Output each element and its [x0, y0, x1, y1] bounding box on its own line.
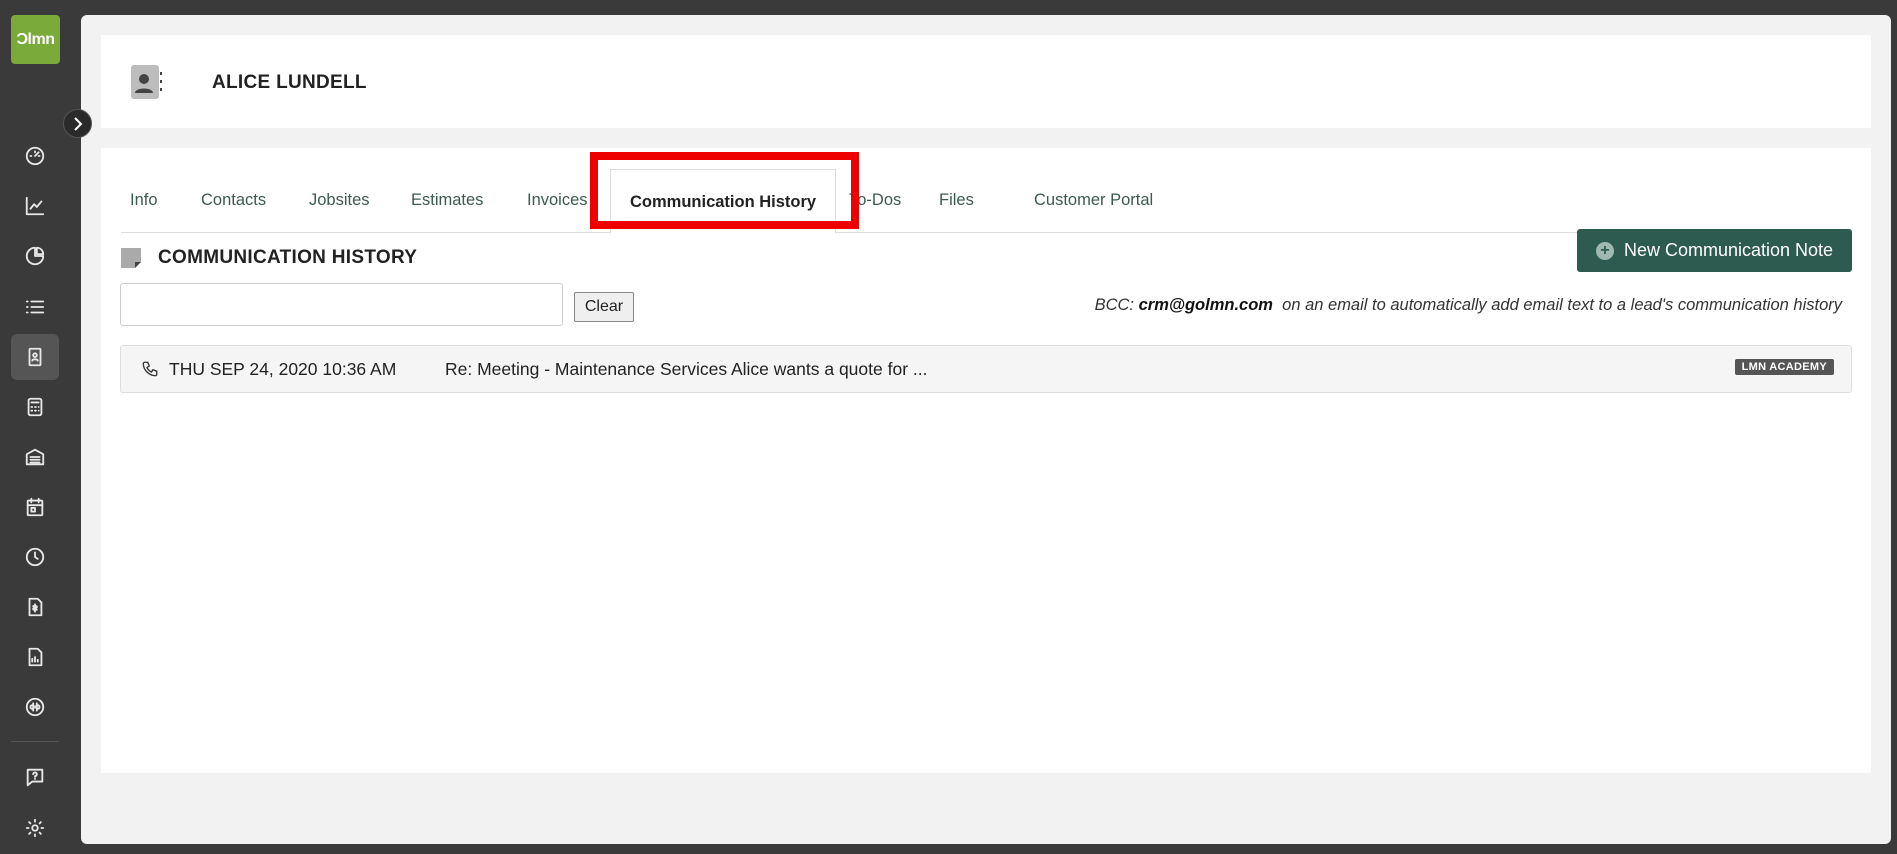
tab-invoices[interactable]: Invoices	[527, 168, 588, 233]
new-communication-note-label: New Communication Note	[1623, 240, 1834, 260]
lmn-logo[interactable]: Ɔlmn	[11, 15, 60, 64]
tab-contacts[interactable]: Contacts	[201, 168, 266, 233]
warehouse-icon[interactable]	[11, 434, 59, 480]
bcc-suffix: on an email to automatically add email t…	[1282, 296, 1842, 314]
tab-files[interactable]: Files	[939, 168, 974, 233]
section-title: COMMUNICATION HISTORY	[158, 247, 418, 268]
phone-icon	[142, 361, 158, 377]
tab-estimates[interactable]: Estimates	[411, 168, 483, 233]
contact-book-icon	[131, 65, 162, 99]
sidebar-divider	[11, 741, 59, 742]
page-title: ALICE LUNDELL	[212, 72, 367, 93]
chart-line-icon[interactable]	[11, 183, 59, 229]
tab-bar: Info Contacts Jobsites Estimates Invoice…	[121, 168, 1852, 234]
new-communication-note-button[interactable]: + New Communication Note	[1577, 229, 1852, 272]
content-card: Info Contacts Jobsites Estimates Invoice…	[101, 148, 1871, 773]
tab-info[interactable]: Info	[130, 168, 158, 233]
invoice-icon[interactable]	[11, 584, 59, 630]
history-row[interactable]: THU SEP 24, 2020 10:36 AM Re: Meeting - …	[120, 345, 1852, 393]
pie-chart-icon[interactable]	[11, 233, 59, 279]
sidebar-expand-button[interactable]	[63, 109, 92, 138]
history-subject: Re: Meeting - Maintenance Services Alice…	[445, 359, 928, 379]
note-icon	[121, 248, 141, 268]
bcc-prefix: BCC:	[1094, 296, 1134, 314]
help-icon[interactable]	[11, 754, 59, 800]
tab-communication-history[interactable]: Communication History	[610, 169, 837, 234]
main-panel: ALICE LUNDELL Info Contacts Jobsites Est…	[81, 15, 1891, 844]
calendar-icon[interactable]	[11, 484, 59, 530]
plus-circle-icon: +	[1595, 241, 1614, 260]
tab-to-dos[interactable]: To-Dos	[849, 168, 901, 233]
settings-icon[interactable]	[11, 805, 59, 851]
clock-icon[interactable]	[11, 534, 59, 580]
list-icon[interactable]	[11, 284, 59, 330]
bcc-email: crm@golmn.com	[1138, 296, 1273, 314]
tab-customer-portal[interactable]: Customer Portal	[1034, 168, 1153, 233]
bcc-hint: BCC: crm@golmn.com on an email to automa…	[1095, 296, 1842, 315]
customer-header: ALICE LUNDELL	[101, 35, 1871, 128]
search-input[interactable]	[120, 283, 563, 326]
dashboard-icon[interactable]	[11, 133, 59, 179]
history-date: THU SEP 24, 2020 10:36 AM	[169, 359, 397, 379]
quickbooks-icon[interactable]	[11, 684, 59, 730]
report-icon[interactable]	[11, 634, 59, 680]
calculator-icon[interactable]	[11, 384, 59, 430]
history-badge: LMN ACADEMY	[1734, 359, 1834, 375]
contact-icon[interactable]	[11, 334, 59, 380]
clear-button[interactable]: Clear	[574, 292, 634, 322]
tab-jobsites[interactable]: Jobsites	[309, 168, 370, 233]
chevron-right-icon	[73, 116, 82, 131]
